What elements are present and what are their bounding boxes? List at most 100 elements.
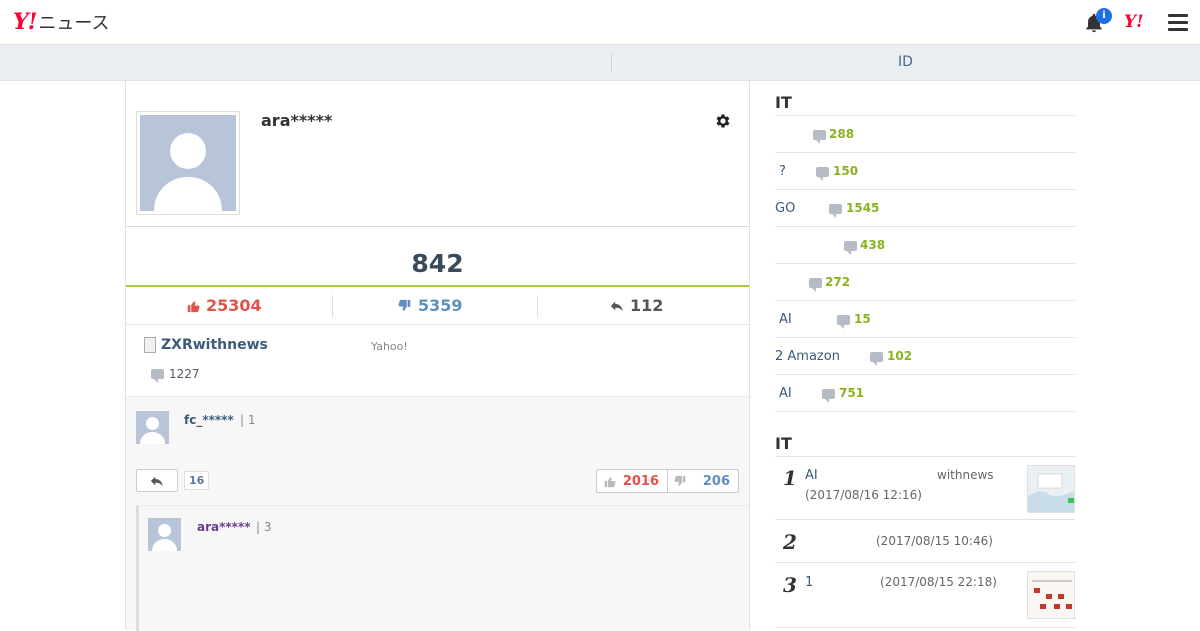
comment-ranking-item[interactable]: 2 Amazon 102	[775, 338, 1075, 375]
accent-divider	[126, 285, 749, 287]
gear-icon[interactable]	[714, 112, 732, 130]
dislike-count: 206	[702, 473, 730, 489]
like-count: 2016	[622, 473, 659, 489]
replies-count: 112	[630, 296, 664, 315]
yahoo-logo-mark: Y!	[13, 9, 37, 35]
rank-title: AI	[805, 468, 818, 483]
stat-divider	[332, 295, 333, 317]
like-button[interactable]: 2016	[597, 470, 668, 492]
profile-username: ara*****	[261, 111, 333, 130]
comment-ranking-item[interactable]: AI 15	[775, 301, 1075, 338]
comment-ranking-item[interactable]: AI 751	[775, 375, 1075, 412]
ranking-item-count: 438	[860, 238, 886, 252]
nested-comment-meta: | 3	[256, 520, 272, 534]
comment-ranking-item[interactable]: GO 1545	[775, 190, 1075, 227]
comment-icon	[822, 389, 835, 403]
rank-date: (2017/08/16 12:16)	[805, 488, 922, 502]
access-ranking-title: IT	[775, 434, 792, 453]
article-comment-count[interactable]: 1227	[169, 367, 200, 381]
default-user-icon	[152, 524, 177, 551]
ranking-item-title: AI	[779, 386, 792, 401]
access-ranking-item[interactable]: 1 AI withnews (2017/08/16 12:16)	[775, 457, 1075, 520]
dislikes-count: 5359	[418, 296, 463, 315]
rank-date: (2017/08/15 22:18)	[880, 575, 997, 589]
map-thumbnail-image	[1028, 466, 1074, 512]
comment-total-count: 842	[411, 249, 464, 278]
comment-ranking-item[interactable]: 438	[775, 227, 1075, 264]
thumbs-down-icon	[398, 299, 411, 311]
profile-avatar	[136, 111, 240, 215]
nested-commenter-name[interactable]: ara*****	[197, 520, 251, 534]
rank-title: 1	[805, 575, 814, 590]
profile-main-column: ara***** 842 25304 5359 112 ZXRwithnews …	[125, 81, 750, 631]
article-source: Yahoo!	[371, 340, 408, 353]
reply-icon	[150, 476, 163, 486]
comment-ranking-item[interactable]: ? 150	[775, 153, 1075, 190]
comment-meta: | 1	[240, 413, 256, 427]
comment-icon	[809, 278, 822, 292]
article-title-link[interactable]: ZXRwithnews	[161, 337, 268, 353]
comment-thread: fc_***** | 1 16 2016 206 ara***** | 3	[126, 396, 749, 631]
thumbs-up-icon	[187, 300, 200, 312]
comment-ranking-item[interactable]: 272	[775, 264, 1075, 301]
article-thumbnail	[1027, 571, 1075, 619]
ranking-item-count: 150	[833, 164, 859, 178]
yahoo-news-logo[interactable]: Y! ニュース	[13, 9, 109, 35]
rank-date: (2017/08/15 10:46)	[876, 534, 993, 548]
dislike-button[interactable]: 206	[668, 470, 738, 492]
ranking-item-count: 288	[829, 127, 855, 141]
rank-number: 3	[783, 573, 797, 597]
rank-number: 2	[783, 530, 797, 554]
access-ranking-item[interactable]: 3 1 (2017/08/15 22:18)	[775, 564, 1075, 628]
ranking-item-title: AI	[779, 312, 792, 327]
default-user-icon	[154, 133, 222, 211]
ranking-item-count: 751	[839, 386, 865, 400]
comment-icon	[837, 315, 850, 329]
dislikes-stat: 5359	[398, 296, 463, 315]
nested-reply: ara***** | 3	[136, 505, 749, 631]
ranking-item-count: 1545	[846, 201, 880, 215]
default-user-icon	[140, 417, 165, 444]
menu-bar	[1168, 21, 1188, 24]
rank-number: 1	[783, 466, 797, 490]
comment-icon	[844, 241, 857, 255]
reply-count[interactable]: 16	[184, 471, 210, 490]
news-logo-text: ニュース	[38, 13, 110, 34]
commenter-avatar[interactable]	[136, 411, 169, 444]
ranking-item-title: ?	[779, 164, 786, 179]
subnav-divider	[611, 53, 612, 73]
ranking-item-count: 102	[887, 349, 913, 363]
likes-stat: 25304	[186, 296, 262, 315]
nested-commenter-avatar[interactable]	[148, 518, 181, 551]
thumbs-down-icon	[674, 475, 686, 486]
id-tab[interactable]: ID	[898, 54, 913, 70]
access-ranking-item[interactable]: 2 (2017/08/15 10:46)	[775, 521, 1075, 563]
ranking-item-title: 2 Amazon	[775, 349, 840, 364]
yahoo-top-link-icon[interactable]: Y!	[1124, 12, 1144, 32]
thumbs-up-icon	[604, 476, 616, 487]
comment-icon	[870, 352, 883, 366]
ranking-item-count: 15	[854, 312, 871, 326]
notification-badge[interactable]: i	[1096, 8, 1112, 24]
likes-count: 25304	[206, 296, 262, 315]
commenter-name[interactable]: fc_*****	[184, 413, 234, 427]
menu-bar	[1168, 28, 1188, 31]
stat-divider	[537, 295, 538, 317]
menu-bar	[1168, 14, 1188, 17]
replies-stat: 112	[610, 296, 663, 315]
comment-ranking-item[interactable]: 288	[775, 116, 1075, 153]
global-header: Y! ニュース i Y!	[0, 0, 1200, 45]
comment-icon	[151, 369, 164, 383]
sub-navigation-bar: ID	[0, 45, 1200, 81]
comment-icon	[813, 130, 826, 144]
reply-icon	[610, 301, 623, 311]
article-thumbnail	[1027, 465, 1075, 513]
reply-button[interactable]	[136, 469, 178, 492]
comment-icon	[816, 167, 829, 181]
table-thumbnail-image	[1028, 572, 1074, 618]
ranking-item-count: 272	[825, 275, 851, 289]
divider	[126, 226, 749, 227]
hamburger-menu-icon[interactable]	[1168, 14, 1188, 32]
rank-source: withnews	[937, 468, 994, 482]
divider	[126, 324, 749, 325]
